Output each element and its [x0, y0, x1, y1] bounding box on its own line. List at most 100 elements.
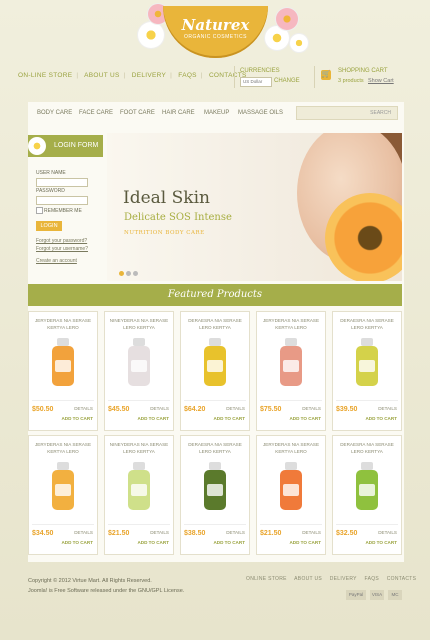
nav-delivery[interactable]: DELIVERY: [132, 72, 166, 79]
product-subname[interactable]: LERO KERTYA: [107, 325, 171, 330]
password-field[interactable]: [36, 196, 88, 205]
details-button[interactable]: DETAILS: [302, 406, 321, 411]
category-body-care[interactable]: BODY CARE: [37, 110, 72, 116]
footer-nav-about-us[interactable]: ABOUT US: [294, 576, 322, 582]
slider-dot[interactable]: [126, 271, 131, 276]
banner-tagline: NUTRITION BODY CARE: [124, 230, 205, 236]
product-image[interactable]: [195, 336, 235, 388]
footer-nav-delivery[interactable]: DELIVERY: [330, 576, 357, 582]
details-button[interactable]: DETAILS: [378, 530, 397, 535]
footer-nav-contacts[interactable]: CONTACTS: [387, 576, 417, 582]
product-image[interactable]: [119, 460, 159, 512]
add-to-cart-button[interactable]: ADD TO CART: [365, 540, 397, 545]
add-to-cart-button[interactable]: ADD TO CART: [213, 540, 245, 545]
product-name[interactable]: JERYDERAS NIA SERASE: [259, 442, 323, 447]
add-to-cart-button[interactable]: ADD TO CART: [137, 416, 169, 421]
change-currency-button[interactable]: CHANGE: [274, 78, 300, 84]
product-card[interactable]: DERAESRA NIA SERASE LERO KERTYA $32.50 DETA…: [332, 435, 402, 555]
product-subname[interactable]: LERO KERTYA: [107, 449, 171, 454]
currency-select[interactable]: US Dollar: [240, 77, 272, 87]
product-card[interactable]: NINEYDERAS NIA SERASE LERO KERTYA $45.50 DE…: [104, 311, 174, 431]
product-subname[interactable]: KERTYA LERO: [259, 325, 323, 330]
site-logo[interactable]: Naturex ORGANIC COSMETICS: [163, 6, 268, 58]
product-name[interactable]: JERYDERAS NIA SERASE: [31, 442, 95, 447]
cart-title: SHOPPING CART: [338, 68, 388, 74]
details-button[interactable]: DETAILS: [302, 530, 321, 535]
details-button[interactable]: DETAILS: [74, 406, 93, 411]
nav-about-us[interactable]: ABOUT US: [84, 72, 120, 79]
details-button[interactable]: DETAILS: [150, 530, 169, 535]
product-name[interactable]: NINEYDERAS NIA SERASE: [107, 318, 171, 323]
category-makeup[interactable]: MAKEUP: [204, 110, 229, 116]
add-to-cart-button[interactable]: ADD TO CART: [289, 416, 321, 421]
footer-copyright: Copyright © 2012 Virtue Mart. All Rights…: [28, 576, 184, 596]
product-image[interactable]: [347, 336, 387, 388]
product-card[interactable]: JERYDERAS NIA SERASE KERTYA LERO $75.50 DET…: [256, 311, 326, 431]
product-name[interactable]: JERYDERAS NIA SERASE: [259, 318, 323, 323]
product-image[interactable]: [271, 460, 311, 512]
category-massage-oils[interactable]: MASSAGE OILS: [238, 110, 283, 116]
product-card[interactable]: DERAESRA NIA SERASE LERO KERTYA $38.50 DETA…: [180, 435, 250, 555]
create-account-link[interactable]: Create an account: [36, 258, 77, 264]
remember-checkbox[interactable]: [36, 207, 43, 214]
search-input[interactable]: SEARCH: [296, 106, 398, 120]
details-button[interactable]: DETAILS: [74, 530, 93, 535]
footer-nav-online-store[interactable]: ONLINE STORE: [246, 576, 287, 582]
forgot-username-link[interactable]: Forgot your username?: [36, 246, 88, 252]
product-image[interactable]: [43, 460, 83, 512]
product-subname[interactable]: LERO KERTYA: [335, 449, 399, 454]
product-name[interactable]: DERAESRA NIA SERASE: [183, 442, 247, 447]
details-button[interactable]: DETAILS: [226, 530, 245, 535]
product-subname[interactable]: KERTYA LERO: [31, 449, 95, 454]
add-to-cart-button[interactable]: ADD TO CART: [365, 416, 397, 421]
product-image[interactable]: [195, 460, 235, 512]
divider: [32, 524, 94, 525]
product-subname[interactable]: KERTYA LERO: [259, 449, 323, 454]
product-subname[interactable]: KERTYA LERO: [31, 325, 95, 330]
product-name[interactable]: DERAESRA NIA SERASE: [183, 318, 247, 323]
show-cart-link[interactable]: Show Cart: [368, 78, 394, 84]
add-to-cart-button[interactable]: ADD TO CART: [61, 540, 93, 545]
product-name[interactable]: DERAESRA NIA SERASE: [335, 318, 399, 323]
product-card[interactable]: NINEYDERAS NIA SERASE LERO KERTYA $21.50 DE…: [104, 435, 174, 555]
product-subname[interactable]: LERO KERTYA: [183, 449, 247, 454]
product-price: $75.50: [260, 406, 282, 413]
product-name[interactable]: NINEYDERAS NIA SERASE: [107, 442, 171, 447]
category-face-care[interactable]: FACE CARE: [79, 110, 113, 116]
product-card[interactable]: DERAESRA NIA SERASE LERO KERTYA $64.20 DETA…: [180, 311, 250, 431]
nav-faqs[interactable]: FAQS: [178, 72, 197, 79]
product-card[interactable]: JERYDERAS NIA SERASE KERTYA LERO $34.50 DET…: [28, 435, 98, 555]
add-to-cart-button[interactable]: ADD TO CART: [61, 416, 93, 421]
product-name[interactable]: DERAESRA NIA SERASE: [335, 442, 399, 447]
product-image[interactable]: [271, 336, 311, 388]
product-subname[interactable]: LERO KERTYA: [335, 325, 399, 330]
slider-dot[interactable]: [133, 271, 138, 276]
nav-online-store[interactable]: ON-LINE STORE: [18, 72, 72, 79]
add-to-cart-button[interactable]: ADD TO CART: [213, 416, 245, 421]
category-foot-care[interactable]: FOOT CARE: [120, 110, 155, 116]
product-subname[interactable]: LERO KERTYA: [183, 325, 247, 330]
login-button[interactable]: LOGIN: [36, 221, 62, 231]
footer-nav-faqs[interactable]: FAQS: [365, 576, 380, 582]
hero-banner[interactable]: Ideal Skin Delicate SOS Intense NUTRITIO…: [107, 133, 402, 281]
product-image[interactable]: [43, 336, 83, 388]
details-button[interactable]: DETAILS: [378, 406, 397, 411]
cart-count: 3 products: [338, 78, 364, 84]
product-card[interactable]: DERAESRA NIA SERASE LERO KERTYA $39.50 DETA…: [332, 311, 402, 431]
username-field[interactable]: [36, 178, 88, 187]
details-button[interactable]: DETAILS: [226, 406, 245, 411]
details-button[interactable]: DETAILS: [150, 406, 169, 411]
login-form: USER NAME PASSWORD REMEMBER ME LOGIN For…: [28, 160, 103, 280]
add-to-cart-button[interactable]: ADD TO CART: [289, 540, 321, 545]
product-image[interactable]: [347, 460, 387, 512]
category-hair-care[interactable]: HAIR CARE: [162, 110, 195, 116]
product-card[interactable]: JERYDERAS NIA SERASE KERTYA LERO $21.50 DET…: [256, 435, 326, 555]
product-card[interactable]: JERYDERAS NIA SERASE KERTYA LERO $50.50 DET…: [28, 311, 98, 431]
daisy-icon: [28, 137, 46, 155]
product-name[interactable]: JERYDERAS NIA SERASE: [31, 318, 95, 323]
username-label: USER NAME: [36, 170, 66, 176]
add-to-cart-button[interactable]: ADD TO CART: [137, 540, 169, 545]
slider-dot[interactable]: [119, 271, 124, 276]
product-image[interactable]: [119, 336, 159, 388]
forgot-password-link[interactable]: Forgot your password?: [36, 238, 87, 244]
